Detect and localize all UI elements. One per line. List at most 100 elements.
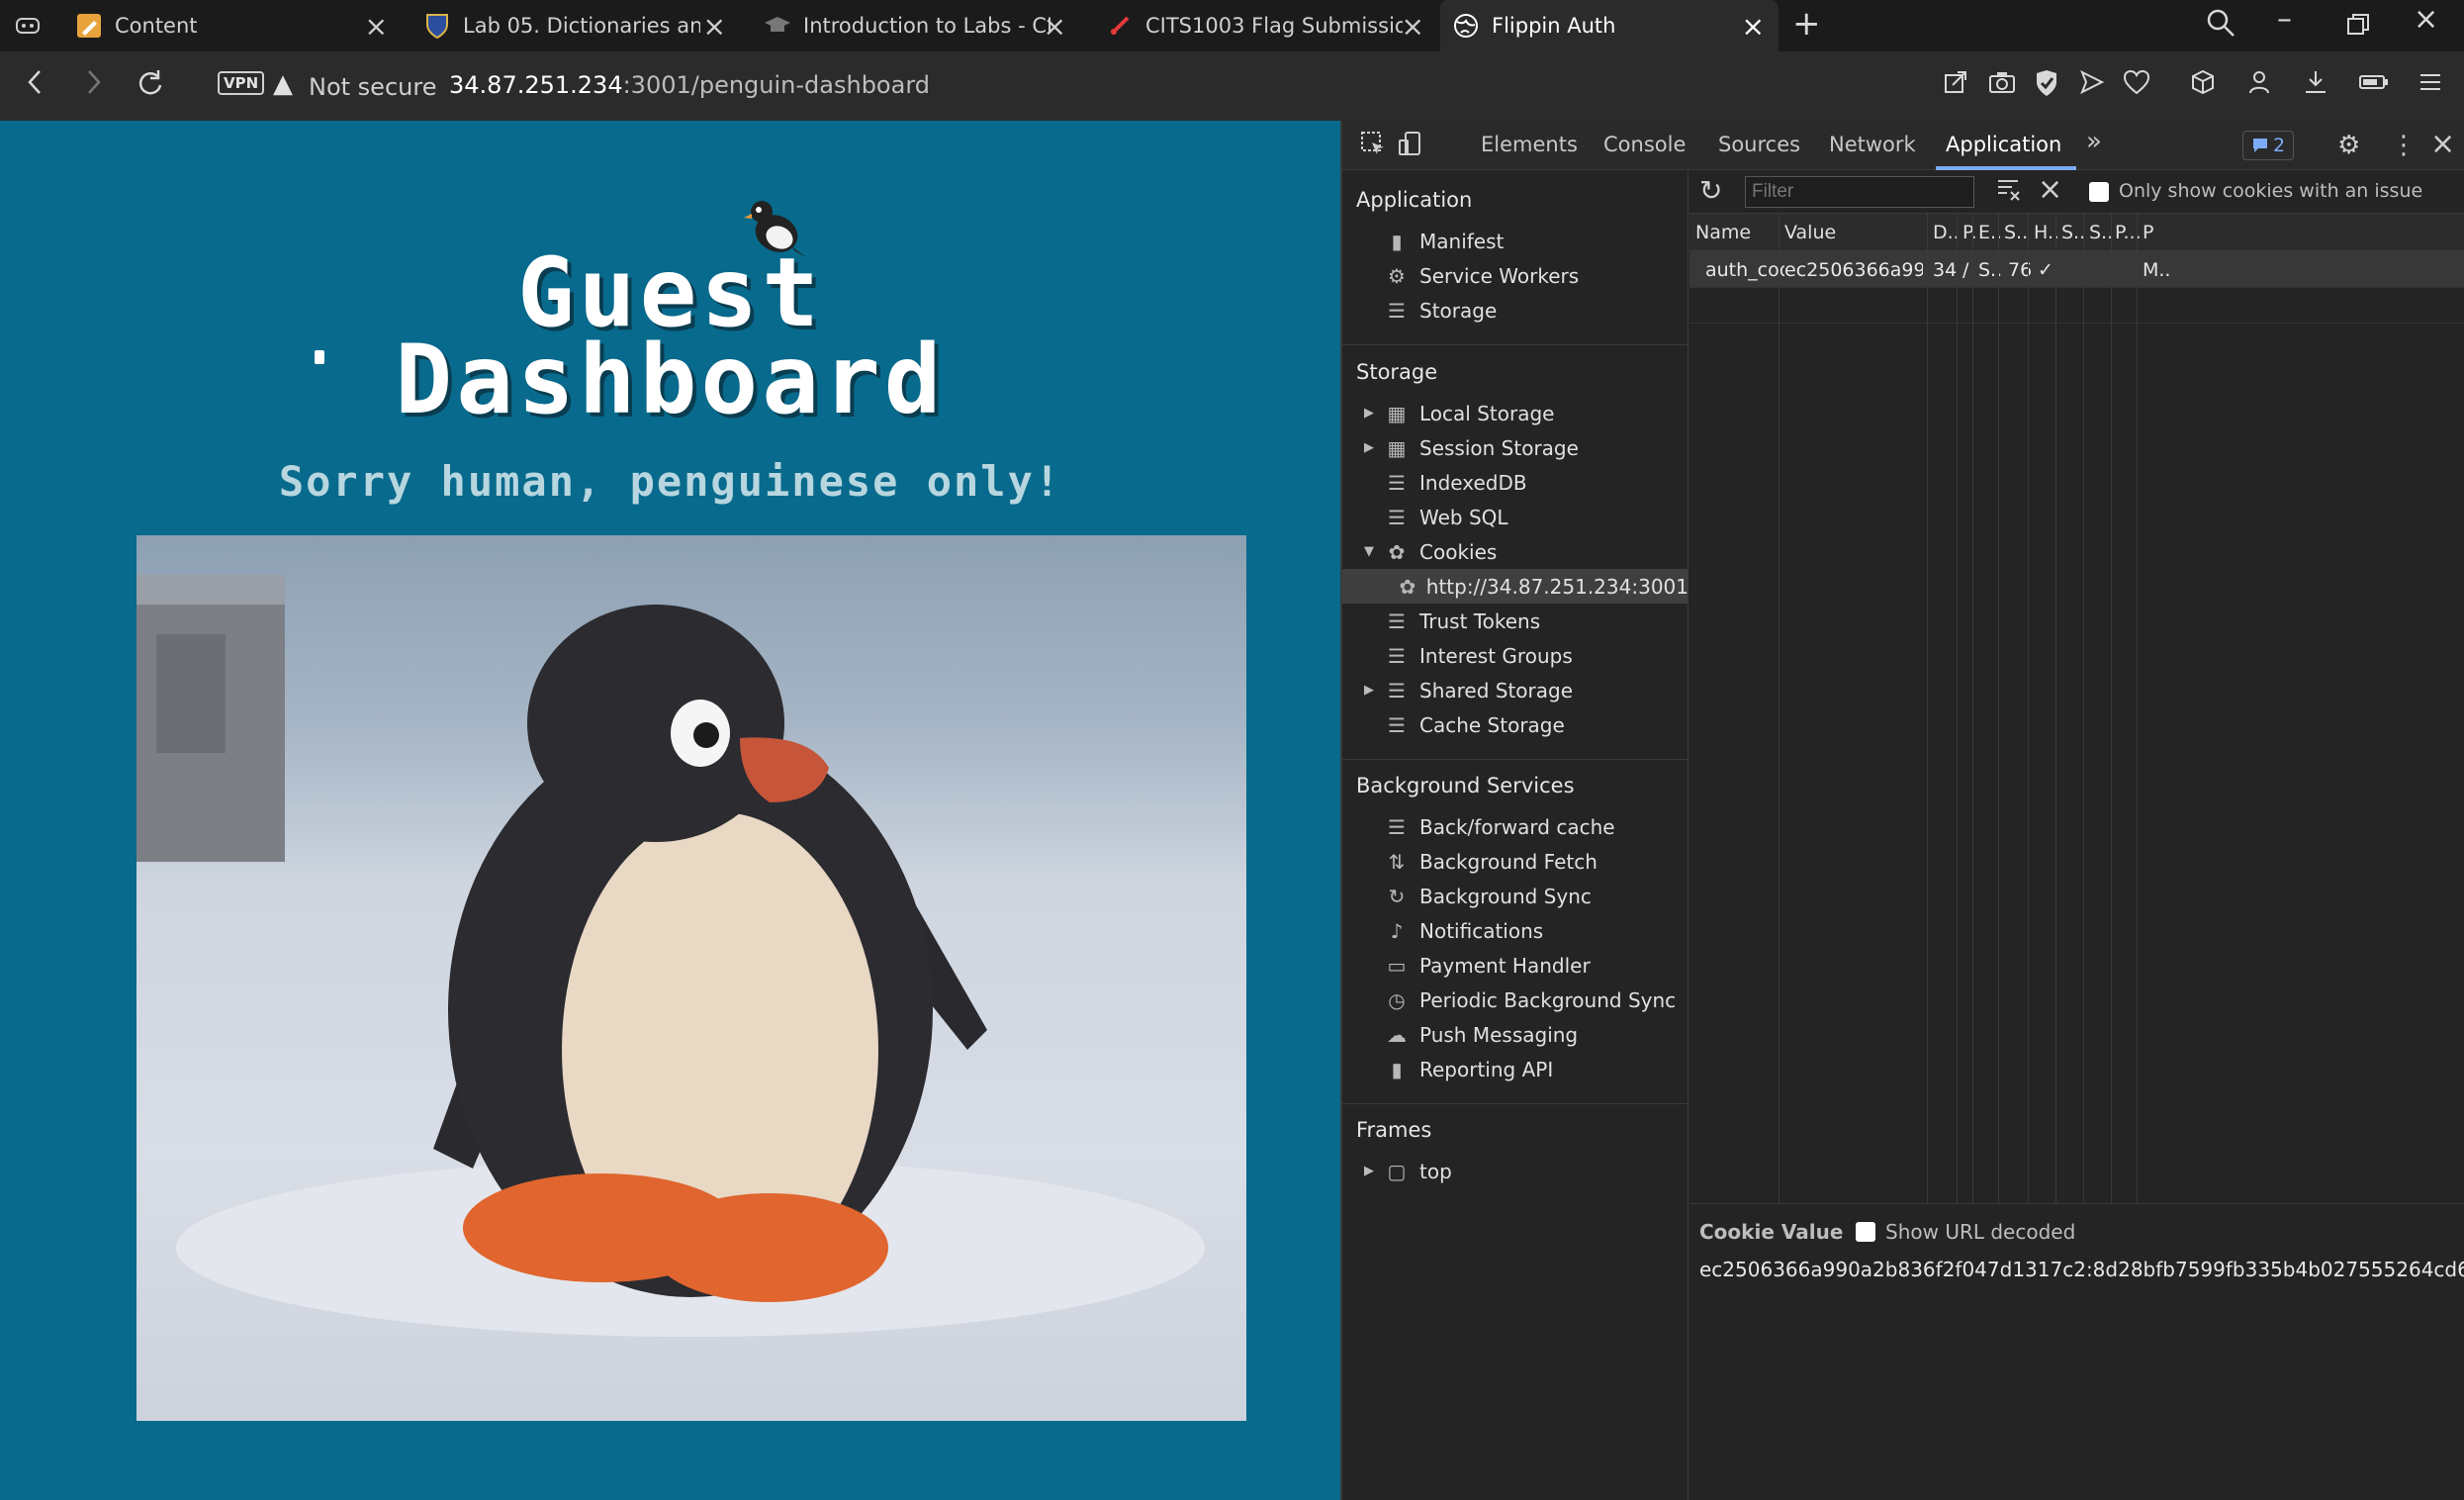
cookie-value-text[interactable]: ec2506366a990a2b836f2f047d1317c2:8d28bfb… xyxy=(1699,1258,2464,1281)
sidebar-item-background-sync[interactable]: ↻ Background Sync xyxy=(1342,879,1688,913)
expand-arrow-icon[interactable]: ▶ xyxy=(1364,683,1380,698)
cube-icon[interactable] xyxy=(2190,69,2216,102)
reload-button[interactable] xyxy=(137,67,164,105)
more-tabs-button[interactable]: » xyxy=(2086,127,2102,156)
database-icon: ☰ xyxy=(1388,712,1406,737)
heart-icon[interactable] xyxy=(2123,69,2150,102)
clear-filtered-cookies-icon[interactable] xyxy=(1996,176,2022,209)
tab-flippin-auth[interactable]: Flippin Auth × xyxy=(1440,0,1779,51)
tab-network[interactable]: Network xyxy=(1829,133,1916,156)
column-header[interactable]: Value xyxy=(1784,222,1923,243)
security-status[interactable]: Not secure xyxy=(309,73,436,101)
settings-gear-icon[interactable]: ⚙ xyxy=(2337,131,2360,160)
cookie-icon: ✿ xyxy=(1388,539,1406,564)
warning-icon[interactable]: ▲ xyxy=(273,69,293,99)
sidebar-item-web-sql[interactable]: ☰ Web SQL xyxy=(1342,500,1688,534)
sidebar-item-storage[interactable]: ☰ Storage xyxy=(1342,293,1688,328)
sidebar-item-notifications[interactable]: ♪ Notifications xyxy=(1342,913,1688,948)
minimize-button[interactable]: – xyxy=(2277,2,2292,37)
sidebar-item-local-storage[interactable]: ▶ ▦ Local Storage xyxy=(1342,396,1688,430)
close-tab-icon[interactable]: × xyxy=(1044,10,1066,43)
close-tab-icon[interactable]: × xyxy=(703,10,726,43)
send-icon[interactable] xyxy=(2079,69,2105,102)
url-field[interactable]: 34.87.251.234:3001/penguin-dashboard xyxy=(449,71,930,99)
sidebar-item-reporting-api[interactable]: ▮ Reporting API xyxy=(1342,1052,1688,1086)
tab-application[interactable]: Application xyxy=(1946,133,2061,156)
sidebar-item-cookie-origin[interactable]: ✿ http://34.87.251.234:3001 xyxy=(1342,569,1688,604)
close-tab-icon[interactable]: × xyxy=(1742,10,1765,43)
expand-arrow-icon[interactable]: ▶ xyxy=(1364,1164,1380,1178)
section-header-background-services: Background Services xyxy=(1356,774,1575,797)
sidebar-item-trust-tokens[interactable]: ☰ Trust Tokens xyxy=(1342,604,1688,638)
tab-intro-labs[interactable]: Introduction to Labs - CITS × xyxy=(764,0,1080,51)
cookie-row[interactable]: auth_cookie ec2506366a990a2b83... 34.8 /… xyxy=(1689,251,2464,287)
database-icon: ☰ xyxy=(1388,505,1406,529)
sidebar-item-indexeddb[interactable]: ☰ IndexedDB xyxy=(1342,465,1688,500)
battery-icon[interactable] xyxy=(2358,69,2390,102)
new-tab-button[interactable]: + xyxy=(1792,4,1821,44)
sidebar-item-label: Cookies xyxy=(1419,539,1498,564)
row-divider xyxy=(1689,287,2464,288)
sidebar-item-manifest[interactable]: ▮ Manifest xyxy=(1342,224,1688,258)
sidebar-item-background-fetch[interactable]: ⇅ Background Fetch xyxy=(1342,844,1688,879)
sidebar-item-service-workers[interactable]: ⚙ Service Workers xyxy=(1342,258,1688,293)
collapse-arrow-icon[interactable]: ▼ xyxy=(1364,544,1380,559)
sidebar-item-session-storage[interactable]: ▶ ▦ Session Storage xyxy=(1342,430,1688,465)
profile-icon[interactable] xyxy=(2247,69,2271,102)
sidebar-item-cache-storage[interactable]: ☰ Cache Storage xyxy=(1342,707,1688,742)
camera-icon[interactable] xyxy=(1988,69,2016,102)
page-subtitle: Sorry human, penguinese only! xyxy=(278,457,1062,506)
only-issue-checkbox[interactable] xyxy=(2089,182,2109,202)
adblock-shield-icon[interactable] xyxy=(2034,69,2059,104)
workspaces-icon[interactable] xyxy=(14,0,53,51)
tab-content[interactable]: Content × xyxy=(75,0,402,51)
expand-arrow-icon[interactable]: ▶ xyxy=(1364,406,1380,421)
close-tab-icon[interactable]: × xyxy=(1402,10,1424,43)
download-icon[interactable] xyxy=(2303,69,2328,102)
cookies-pane: ↻ × Only show cookies with an issue Name… xyxy=(1689,170,2464,1500)
column-header[interactable]: E... xyxy=(1978,222,2004,243)
search-tabs-icon[interactable] xyxy=(2206,8,2236,46)
sidebar-item-payment-handler[interactable]: ▭ Payment Handler xyxy=(1342,948,1688,983)
tab-lab05[interactable]: Lab 05. Dictionaries and cla × xyxy=(423,0,740,51)
vpn-badge[interactable]: VPN xyxy=(218,71,265,95)
sidebar-item-interest-groups[interactable]: ☰ Interest Groups xyxy=(1342,638,1688,673)
column-header[interactable]: S... xyxy=(2004,222,2030,243)
cookies-toolbar: ↻ × Only show cookies with an issue xyxy=(1689,170,2464,214)
inspect-element-icon[interactable] xyxy=(1360,131,1386,163)
sidebar-item-bfcache[interactable]: ☰ Back/forward cache xyxy=(1342,809,1688,844)
refresh-icon[interactable]: ↻ xyxy=(1699,174,1722,207)
column-header[interactable]: D... xyxy=(1933,222,1959,243)
sidebar-item-label: Storage xyxy=(1419,298,1498,323)
close-devtools-icon[interactable]: × xyxy=(2430,127,2455,161)
share-icon[interactable] xyxy=(1943,69,1968,102)
sidebar-item-shared-storage[interactable]: ▶ ☰ Shared Storage xyxy=(1342,673,1688,707)
close-window-button[interactable]: × xyxy=(2414,2,2438,37)
tab-elements[interactable]: Elements xyxy=(1481,133,1578,156)
forward-button[interactable] xyxy=(81,67,105,105)
kebab-menu-icon[interactable]: ⋮ xyxy=(2391,131,2417,160)
column-header[interactable]: Name xyxy=(1695,222,1779,243)
database-icon: ☰ xyxy=(1388,298,1406,323)
issues-badge[interactable]: 2 xyxy=(2242,131,2295,160)
tab-sources[interactable]: Sources xyxy=(1718,133,1800,156)
tab-console[interactable]: Console xyxy=(1603,133,1686,156)
column-header[interactable]: P. xyxy=(1962,222,1978,243)
bell-icon: ♪ xyxy=(1390,918,1404,943)
delete-all-icon[interactable]: × xyxy=(2038,172,2062,207)
sidebar-item-label: Manifest xyxy=(1419,229,1505,253)
device-toggle-icon[interactable] xyxy=(1398,131,1423,163)
back-button[interactable] xyxy=(24,67,47,105)
filter-input[interactable] xyxy=(1745,176,1974,208)
sidebar-item-frame-top[interactable]: ▶ ▢ top xyxy=(1342,1154,1688,1188)
sidebar-item-cookies[interactable]: ▼ ✿ Cookies xyxy=(1342,534,1688,569)
close-tab-icon[interactable]: × xyxy=(365,10,388,43)
expand-arrow-icon[interactable]: ▶ xyxy=(1364,440,1380,455)
sidebar-item-periodic-background-sync[interactable]: ◷ Periodic Background Sync xyxy=(1342,983,1688,1017)
tab-flag-submission[interactable]: CITS1003 Flag Submission × xyxy=(1106,0,1438,51)
restore-button[interactable] xyxy=(2346,10,2370,45)
column-header[interactable]: P xyxy=(2143,222,2162,243)
show-url-decoded-checkbox[interactable] xyxy=(1856,1222,1875,1242)
sidebar-item-push-messaging[interactable]: ☁ Push Messaging xyxy=(1342,1017,1688,1052)
menu-icon[interactable] xyxy=(2418,69,2443,102)
